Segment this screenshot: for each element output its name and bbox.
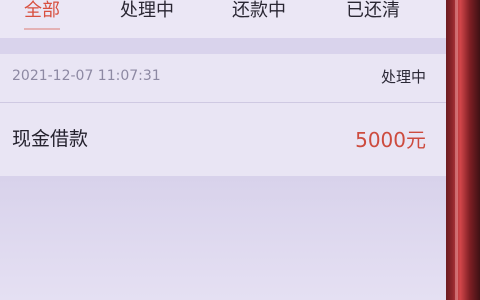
device-frame-highlight xyxy=(455,0,458,300)
record-status: 处理中 xyxy=(380,68,426,86)
loan-amount: 5000元 xyxy=(355,128,426,152)
active-tab-indicator xyxy=(24,28,60,30)
record-datetime: 2021-12-07 11:07:31 xyxy=(12,68,161,84)
loan-records-screen: 全部 处理中 还款中 已还清 2021-12-07 11:07:31 处理中 现… xyxy=(0,0,446,300)
device-frame-edge xyxy=(446,0,480,300)
tab-all[interactable]: 全部 xyxy=(24,0,60,24)
tab-paid-off[interactable]: 已还清 xyxy=(346,0,400,24)
filter-tabs: 全部 处理中 还款中 已还清 xyxy=(0,0,446,38)
record-divider xyxy=(0,102,446,103)
section-gap xyxy=(0,38,446,54)
tab-repaying[interactable]: 还款中 xyxy=(232,0,286,24)
tab-processing[interactable]: 处理中 xyxy=(120,0,174,24)
record-header: 2021-12-07 11:07:31 处理中 xyxy=(0,54,446,102)
loan-record-card[interactable]: 2021-12-07 11:07:31 处理中 现金借款 5000元 xyxy=(0,54,446,176)
loan-type-label: 现金借款 xyxy=(12,128,89,150)
empty-area xyxy=(0,176,446,300)
